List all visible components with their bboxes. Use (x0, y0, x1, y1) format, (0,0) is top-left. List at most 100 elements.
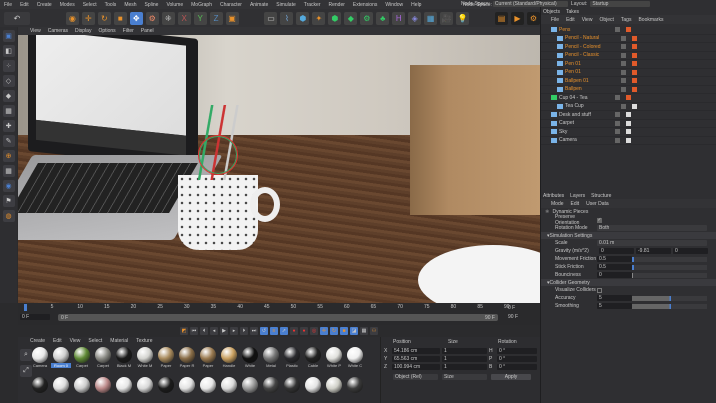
light-icon[interactable]: 💡 (456, 11, 470, 25)
tab-objects[interactable]: Objects (543, 9, 560, 15)
material-swatch[interactable]: Paper (156, 347, 176, 368)
subdivision-icon[interactable]: ⬢ (328, 11, 342, 25)
accuracy-slider[interactable] (632, 295, 707, 301)
smoothing-slider[interactable] (632, 303, 707, 309)
movement-friction-field[interactable]: 0.5 (597, 256, 632, 262)
visibility-toggle[interactable] (621, 69, 626, 75)
size-mode-select[interactable]: Size (442, 374, 487, 380)
movement-friction-slider[interactable] (632, 256, 707, 262)
x-axis-icon[interactable]: X (177, 11, 191, 25)
undo-button[interactable]: ↶ (4, 11, 30, 25)
uv-mode-icon[interactable]: ▦ (2, 105, 15, 117)
object-row[interactable]: Sky (541, 128, 716, 137)
position-field[interactable]: 100.994 cm (392, 364, 440, 370)
playhead[interactable] (24, 304, 27, 311)
material-swatch[interactable] (324, 377, 344, 393)
smoothing-field[interactable]: 5 (597, 303, 632, 309)
visualize-colliders-checkbox[interactable] (597, 287, 602, 293)
prev-key-button[interactable]: ⏴ (200, 326, 208, 335)
edges-mode-icon[interactable]: ◇ (2, 75, 15, 87)
simulation-settings-section[interactable]: ▾ Simulation Settings (541, 232, 716, 239)
menu-file[interactable]: File (4, 2, 12, 8)
tweak-icon[interactable]: ✎ (2, 135, 15, 147)
object-menu-bookmarks[interactable]: Bookmarks (638, 17, 663, 23)
object-row[interactable]: Pencil - Natural (541, 35, 716, 43)
material-menu-material[interactable]: Material (110, 338, 128, 344)
current-frame[interactable]: 0 F (508, 305, 515, 311)
transform-icon[interactable]: ✥ (129, 11, 143, 25)
position-field[interactable]: 65.563 cm (392, 356, 440, 362)
viewport[interactable] (18, 35, 540, 303)
solo-icon[interactable]: ◉ (2, 180, 15, 192)
object-menu-view[interactable]: View (582, 17, 593, 23)
polygons-mode-icon[interactable]: ◆ (2, 90, 15, 102)
attribute-menu-edit[interactable]: Edit (571, 201, 580, 207)
gravity-x-field[interactable]: 0 (599, 248, 634, 254)
go-to-end-button[interactable]: ⏭ (250, 326, 258, 335)
collider-geometry-section[interactable]: ▾ Collider Geometry (541, 279, 716, 286)
menu-tools[interactable]: Tools (105, 2, 117, 8)
visibility-toggle[interactable] (615, 120, 620, 126)
menu-edit[interactable]: Edit (20, 2, 29, 8)
object-menu-file[interactable]: File (551, 17, 559, 23)
material-swatch[interactable] (282, 377, 302, 393)
material-swatch[interactable] (219, 377, 239, 393)
motion-system-icon[interactable]: ⚇ (370, 326, 378, 335)
workplane-icon[interactable]: ▦ (2, 165, 15, 177)
material-swatch[interactable]: Carpet (72, 347, 92, 368)
axis-mode-icon[interactable]: ✚ (2, 120, 15, 132)
render-settings-icon[interactable]: ⚙ (526, 11, 540, 25)
material-menu-edit[interactable]: Edit (53, 338, 62, 344)
render-view-icon[interactable]: ▤ (495, 11, 508, 25)
object-menu-tags[interactable]: Tags (621, 17, 632, 23)
apply-button[interactable]: Apply (491, 374, 531, 380)
material-swatch[interactable]: Plastic (282, 347, 302, 368)
accuracy-field[interactable]: 5 (597, 295, 632, 301)
visibility-toggle[interactable] (621, 86, 626, 92)
material-swatch[interactable] (51, 377, 71, 393)
material-swatch[interactable]: Camera (30, 347, 50, 368)
model-mode-icon[interactable]: ▣ (2, 30, 15, 42)
node-space-select[interactable]: Current (Standard/Physical) (492, 1, 568, 7)
menu-simulate[interactable]: Simulate (276, 2, 295, 8)
rotate-gizmo[interactable] (198, 135, 238, 175)
key-scale-icon[interactable]: ■ (340, 326, 348, 335)
loop-button[interactable]: ↺ (260, 326, 268, 335)
scale-icon[interactable]: ■ (113, 11, 127, 25)
key-param-icon[interactable]: ◪ (350, 326, 358, 335)
end-frame-field[interactable]: 90 F (508, 314, 518, 320)
menu-character[interactable]: Character (220, 2, 242, 8)
viewport-menu-cameras[interactable]: Cameras (48, 28, 68, 34)
bounciness-slider[interactable] (632, 272, 707, 278)
menu-mograph[interactable]: MoGraph (191, 2, 212, 8)
cube-icon[interactable]: ⬢ (296, 11, 310, 25)
axis-icon[interactable]: ⁜ (161, 11, 175, 25)
tab-structure[interactable]: Structure (591, 193, 611, 199)
generator-icon[interactable]: ✦ (312, 11, 326, 25)
next-frame-button[interactable]: ▸ (230, 326, 238, 335)
play-button[interactable]: ▶ (220, 326, 228, 335)
boole-icon[interactable]: ◆ (344, 11, 358, 25)
menu-render[interactable]: Render (329, 2, 345, 8)
range-slider[interactable]: 0 F 90 F (58, 314, 498, 321)
preserve-orientation-checkbox[interactable]: ✓ (597, 217, 602, 223)
stick-friction-slider[interactable] (632, 264, 707, 270)
material-menu-select[interactable]: Select (88, 338, 102, 344)
object-row[interactable]: Pencil - Colored (541, 43, 716, 52)
viewport-menu-view[interactable]: View (30, 28, 41, 34)
material-swatch[interactable]: Carpet (93, 347, 113, 368)
tab-layers[interactable]: Layers (570, 193, 585, 199)
object-row[interactable]: Pens (541, 26, 716, 35)
stick-friction-field[interactable]: 0.5 (597, 264, 632, 270)
key-rotation-icon[interactable]: ↻ (330, 326, 338, 335)
rotation-field[interactable]: 0 ° (497, 356, 537, 362)
visibility-toggle[interactable] (615, 27, 620, 33)
keyframe-selection-button[interactable]: ◎ (310, 326, 318, 335)
tab-takes[interactable]: Takes (566, 9, 579, 15)
bounciness-field[interactable]: 0 (597, 272, 632, 278)
key-pla-icon[interactable]: ▦ (360, 326, 368, 335)
object-row[interactable]: Ballpen (541, 86, 716, 94)
object-row[interactable]: Ballpen 01 (541, 77, 716, 86)
snap-enable-icon[interactable]: ⊕ (2, 150, 15, 162)
size-field[interactable]: 1 (442, 356, 487, 362)
